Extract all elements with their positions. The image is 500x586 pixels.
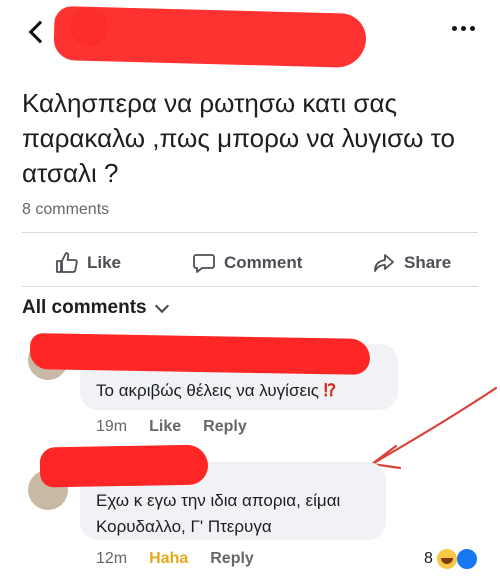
like-button[interactable]: Like	[55, 246, 121, 280]
share-button[interactable]: Share	[372, 246, 451, 280]
divider	[22, 286, 478, 287]
comment-like-button[interactable]: Like	[149, 418, 181, 436]
redacted-author-name	[53, 5, 367, 69]
comment-text: Εχω κ εγω την ιδια απορια, είμαι Κορυδαλ…	[96, 488, 340, 540]
comment-reply-button[interactable]: Reply	[210, 550, 254, 568]
redacted-commenter-name	[39, 444, 209, 488]
comment-sort-label: All comments	[22, 297, 147, 318]
comment-count[interactable]: 8 comments	[22, 201, 109, 219]
comment-line: Εχω κ εγω την ιδια απορια, είμαι	[96, 491, 341, 510]
comment-meta: 12m Haha Reply	[96, 550, 254, 568]
reaction-count: 8	[424, 550, 433, 567]
comment-line: Κορυδαλλο, Γ' Πτερυγα	[96, 517, 272, 536]
share-arrow-icon	[374, 254, 394, 272]
redacted-commenter-name	[29, 333, 371, 375]
haha-reaction-icon	[436, 549, 457, 569]
chevron-left-icon	[28, 20, 52, 44]
comment-sort-dropdown[interactable]: All comments	[22, 297, 169, 319]
like-label: Like	[87, 253, 122, 272]
more-dot	[461, 26, 466, 31]
comment-reply-button[interactable]: Reply	[203, 418, 247, 436]
reaction-summary[interactable]: 8	[424, 547, 479, 571]
comment-haha-reaction[interactable]: Haha	[149, 550, 188, 568]
comment-time: 12m	[96, 550, 128, 567]
comment-meta: 19m Like Reply	[96, 418, 247, 436]
back-button[interactable]	[22, 14, 52, 50]
comment-button[interactable]: Comment	[192, 246, 302, 280]
action-bar: Like Comment Share	[0, 246, 500, 280]
post-text: Καλησπερα να ρωτησω κατι σας παρακαλω ,π…	[22, 88, 455, 188]
more-dot	[470, 26, 475, 31]
comment-text: Το ακριβώς θέλεις να λυγίσεις ⁉	[96, 378, 336, 404]
chevron-down-icon	[154, 298, 169, 313]
share-label: Share	[404, 253, 452, 272]
comment-label: Comment	[224, 253, 303, 272]
comment-body: Το ακριβώς θέλεις να λυγίσεις	[96, 381, 324, 400]
divider	[22, 232, 478, 233]
more-options-button[interactable]	[452, 24, 480, 34]
thumbs-up-icon	[56, 252, 78, 273]
more-horizontal-icon	[452, 26, 457, 31]
like-reaction-icon	[454, 547, 479, 571]
interrobang-mark: ⁉	[323, 381, 337, 400]
comment-icon	[193, 254, 215, 273]
comment-time: 19m	[96, 418, 128, 435]
post-screen: Καλησπερα να ρωτησω κατι σας παρακαλω ,π…	[0, 0, 500, 586]
